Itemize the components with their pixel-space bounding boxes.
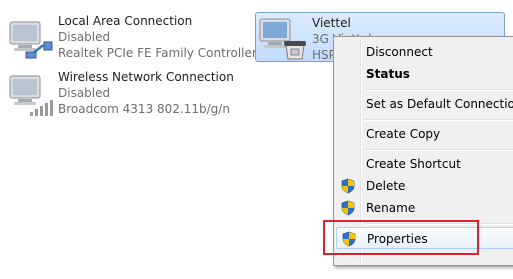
menu-separator xyxy=(364,89,513,91)
menu-item-label: Set as Default Connection xyxy=(366,97,513,111)
modem-phone-icon xyxy=(259,18,306,60)
connection-wireless[interactable]: Wireless Network Connection Disabled Bro… xyxy=(6,70,251,120)
connection-name: Wireless Network Connection xyxy=(58,70,234,84)
uac-shield-icon xyxy=(341,178,355,194)
menu-separator xyxy=(364,149,513,151)
menu-item-label: Delete xyxy=(366,179,406,193)
menu-item-rename[interactable]: Rename xyxy=(336,197,513,219)
menu-item-set-default[interactable]: Set as Default Connection xyxy=(336,93,513,115)
highlight-annotation-box xyxy=(323,220,479,255)
menu-item-delete[interactable]: Delete xyxy=(336,175,513,197)
menu-item-label: Status xyxy=(366,67,410,81)
connection-name: Local Area Connection xyxy=(58,14,193,28)
connection-name: Viettel xyxy=(312,16,351,30)
menu-item-disconnect[interactable]: Disconnect xyxy=(336,41,513,63)
menu-item-create-copy[interactable]: Create Copy xyxy=(336,123,513,145)
menu-item-status[interactable]: Status xyxy=(336,63,513,85)
menu-item-label: Rename xyxy=(366,201,416,215)
connection-status: Disabled xyxy=(58,30,111,44)
menu-item-label: Disconnect xyxy=(366,45,433,59)
connection-device: Broadcom 4313 802.11b/g/n xyxy=(58,102,230,116)
menu-item-create-shortcut[interactable]: Create Shortcut xyxy=(336,153,513,175)
connection-device: Realtek PCIe FE Family Controller xyxy=(58,46,257,60)
menu-separator xyxy=(364,119,513,121)
network-adapter-cable-icon xyxy=(9,21,53,59)
connection-status: Disabled xyxy=(58,86,111,100)
connection-local-area[interactable]: Local Area Connection Disabled Realtek P… xyxy=(6,14,257,64)
wireless-adapter-icon xyxy=(9,75,53,116)
menu-item-label: Create Shortcut xyxy=(366,157,461,171)
menu-item-label: Create Copy xyxy=(366,127,441,141)
uac-shield-icon xyxy=(341,200,355,216)
